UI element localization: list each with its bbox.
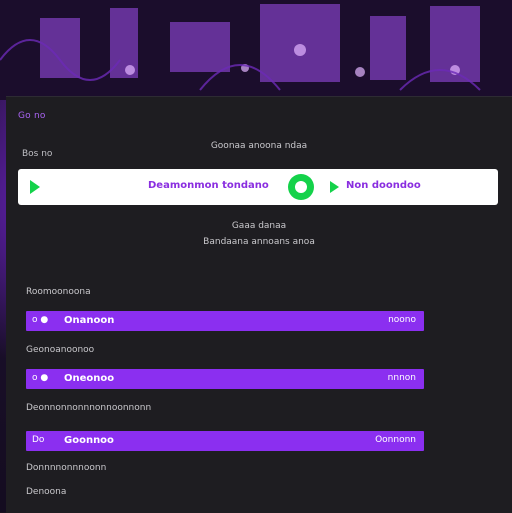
row-title: Onanoon [64, 315, 115, 326]
row-value: nnnon [387, 373, 416, 383]
row-title: Goonnoo [64, 435, 114, 446]
section-label: Geonoanoonoo [26, 345, 95, 355]
header-illustration [0, 0, 512, 100]
row-icon: Do [32, 435, 45, 445]
footer-label: Donnnnonnnoonn [26, 463, 107, 473]
panel-title: Go no [18, 111, 46, 121]
section-label: Deonnonnonnnonnoonnonn [26, 403, 152, 413]
play-icon[interactable] [330, 181, 339, 193]
section-heading: Goonaa anoona ndaa [210, 141, 308, 151]
row-title: Oneonoo [64, 373, 115, 384]
now-playing-title[interactable]: Deamonmon tondano [148, 180, 269, 191]
play-icon[interactable] [30, 180, 40, 194]
list-item[interactable]: Do Goonnoo Oonnonn [26, 431, 424, 451]
section-label: Roomoonoona [26, 287, 91, 297]
row-value: Oonnonn [375, 435, 416, 445]
row-icon: o ● [32, 373, 49, 383]
list-item[interactable]: o ● Onanoon noono [26, 311, 424, 331]
list-item[interactable]: o ● Oneonoo nnnon [26, 369, 424, 389]
player-subtext: Gaaa danaa [231, 221, 287, 231]
row-icon: o ● [32, 315, 49, 325]
next-track-title[interactable]: Non doondoo [346, 180, 421, 191]
footer-label: Denoona [26, 487, 67, 497]
record-button-icon[interactable] [288, 174, 314, 200]
row-value: noono [388, 315, 416, 325]
media-player-bar: Deamonmon tondano Non doondoo [18, 169, 498, 205]
main-panel: Go no Bos no Goonaa anoona ndaa Deamonmo… [6, 96, 512, 513]
player-description: Bandaana annoans anoa [203, 237, 315, 247]
